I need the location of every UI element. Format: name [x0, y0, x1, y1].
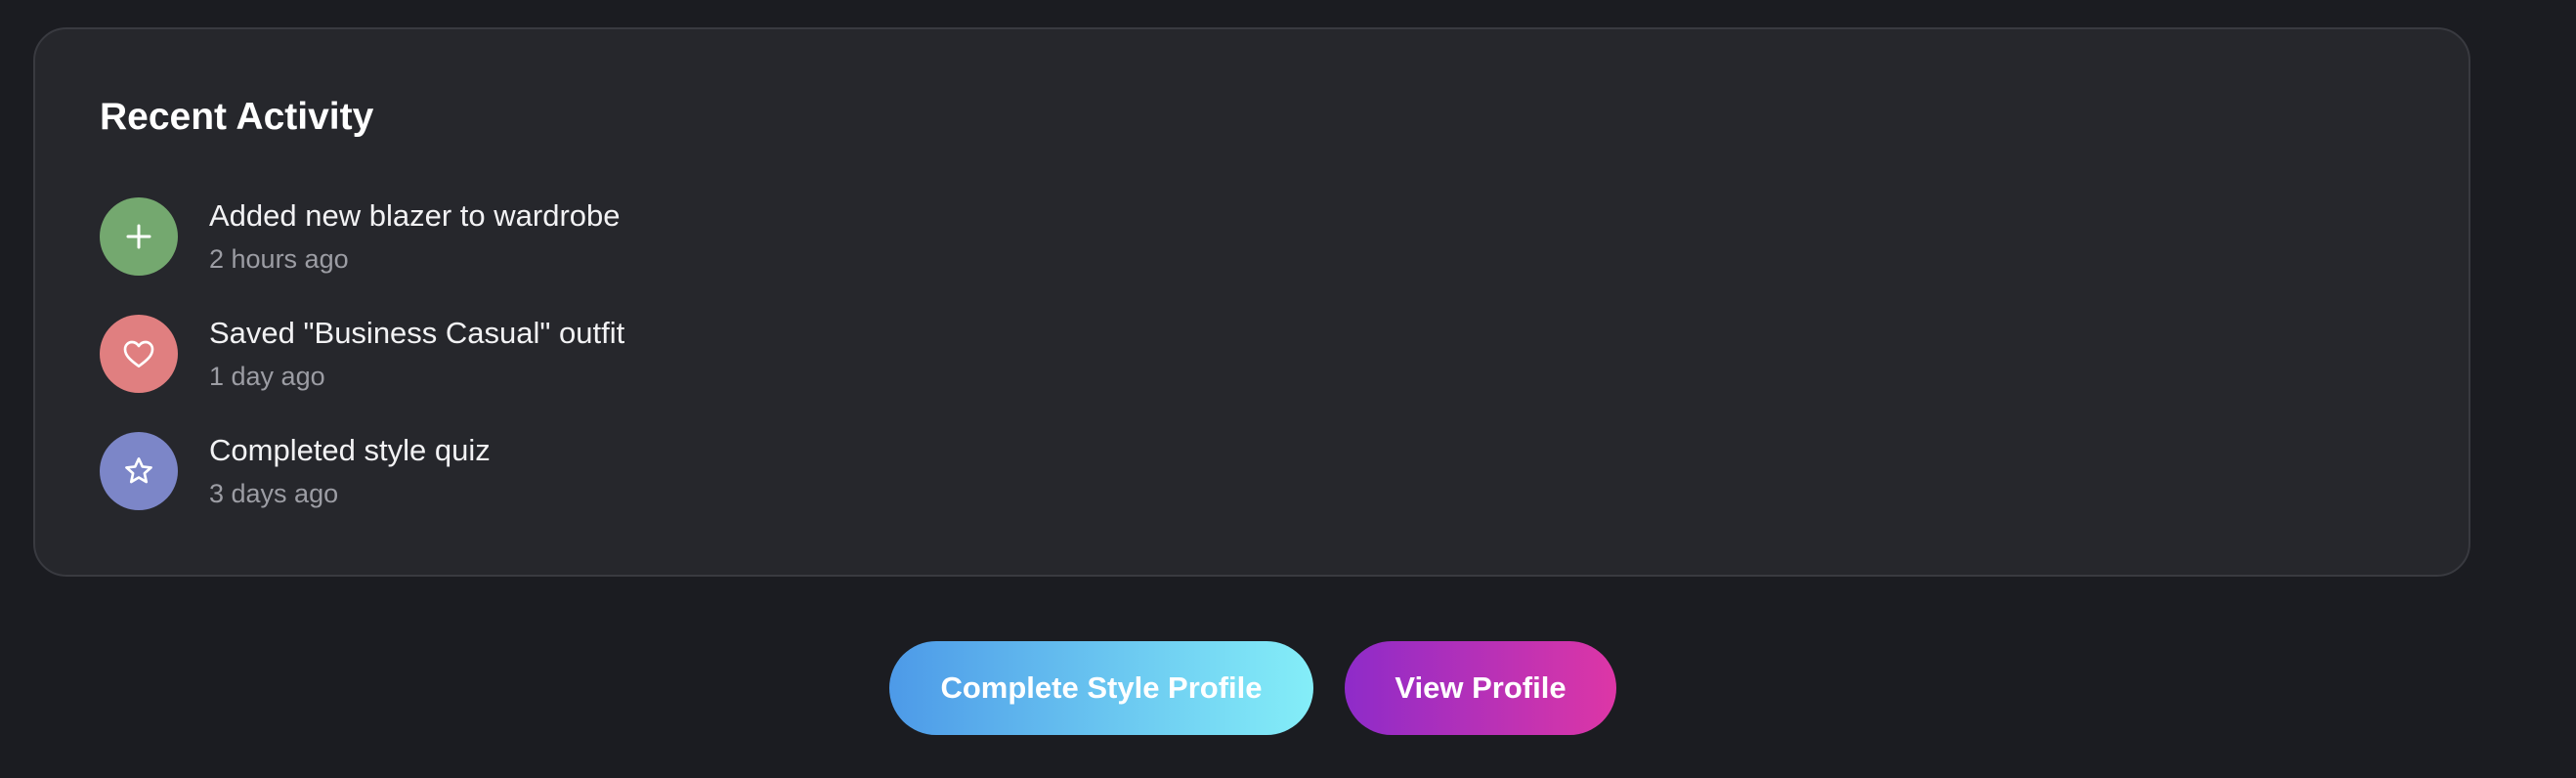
- activity-text: Completed style quiz 3 days ago: [209, 432, 491, 510]
- activity-item: Completed style quiz 3 days ago: [100, 432, 624, 510]
- plus-icon: [126, 224, 151, 249]
- activity-time: 2 hours ago: [209, 244, 349, 274]
- complete-style-profile-button[interactable]: Complete Style Profile: [889, 641, 1313, 735]
- view-profile-button[interactable]: View Profile: [1345, 641, 1616, 735]
- page: Recent Activity Added new blazer to ward…: [0, 0, 2576, 778]
- action-buttons: Complete Style Profile View Profile: [889, 641, 1616, 735]
- activity-icon-circle: [100, 197, 178, 276]
- activity-text: Saved "Business Casual" outfit 1 day ago: [209, 315, 624, 393]
- activity-label: Completed style quiz: [209, 433, 491, 467]
- activity-item: Added new blazer to wardrobe 2 hours ago: [100, 197, 624, 276]
- activity-time: 3 days ago: [209, 479, 339, 508]
- activity-text: Added new blazer to wardrobe 2 hours ago: [209, 197, 620, 276]
- recent-activity-card: Recent Activity Added new blazer to ward…: [33, 27, 2470, 577]
- activity-item: Saved "Business Casual" outfit 1 day ago: [100, 315, 624, 393]
- activity-label: Saved "Business Casual" outfit: [209, 316, 625, 350]
- activity-icon-circle: [100, 315, 178, 393]
- activity-label: Added new blazer to wardrobe: [209, 198, 621, 233]
- heart-icon: [123, 340, 154, 367]
- activity-list: Added new blazer to wardrobe 2 hours ago…: [100, 197, 624, 510]
- section-title: Recent Activity: [100, 96, 374, 138]
- activity-time: 1 day ago: [209, 362, 325, 391]
- star-icon: [125, 457, 152, 484]
- activity-icon-circle: [100, 432, 178, 510]
